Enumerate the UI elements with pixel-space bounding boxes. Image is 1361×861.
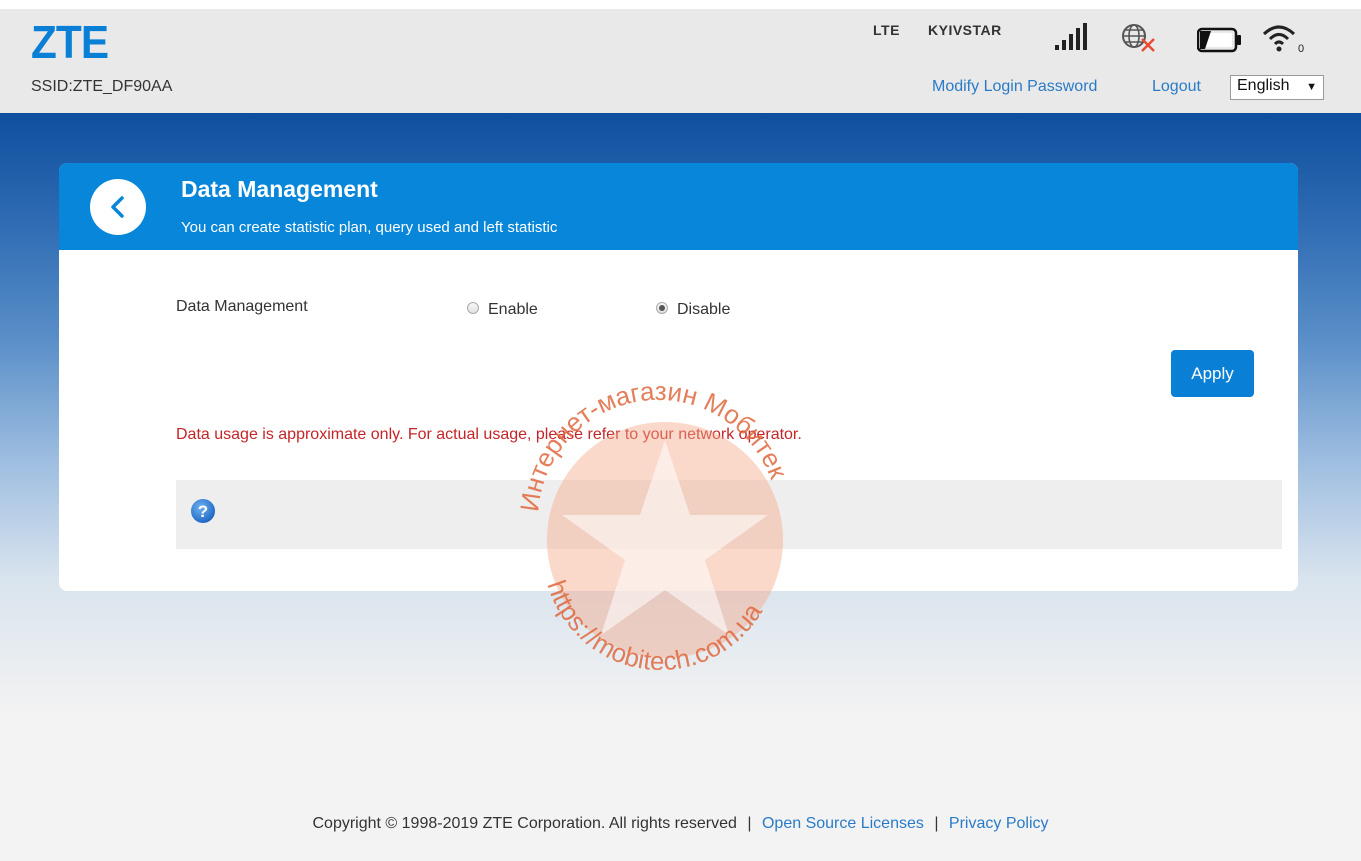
chevron-down-icon: ▼ bbox=[1306, 81, 1317, 93]
footer-separator-2: | bbox=[934, 815, 939, 832]
wifi-client-count: 0 bbox=[1298, 43, 1304, 53]
signal-bars-icon bbox=[1055, 23, 1087, 50]
footer-separator: | bbox=[747, 815, 752, 832]
data-management-panel: Data Management You can create statistic… bbox=[59, 163, 1298, 591]
logout-link[interactable]: Logout bbox=[1152, 78, 1201, 96]
apply-button[interactable]: Apply bbox=[1171, 350, 1254, 397]
question-help-icon[interactable]: ? bbox=[190, 498, 216, 524]
enable-radio[interactable] bbox=[467, 302, 479, 314]
language-selected: English bbox=[1237, 77, 1290, 94]
help-bar: ? bbox=[176, 480, 1282, 549]
network-type: LTE bbox=[873, 22, 900, 38]
disable-radio-label: Disable bbox=[677, 301, 731, 318]
header: ZTE SSID:ZTE_DF90AA LTE KYIVSTAR 0 Modif… bbox=[0, 9, 1361, 113]
privacy-policy-link[interactable]: Privacy Policy bbox=[949, 815, 1049, 832]
top-border bbox=[0, 0, 1361, 9]
footer: Copyright © 1998-2019 ZTE Corporation. A… bbox=[0, 815, 1361, 833]
open-source-licenses-link[interactable]: Open Source Licenses bbox=[762, 815, 924, 832]
modify-login-password-link[interactable]: Modify Login Password bbox=[932, 78, 1097, 96]
copyright-text: Copyright © 1998-2019 ZTE Corporation. A… bbox=[312, 815, 737, 832]
ssid-label: SSID:ZTE_DF90AA bbox=[31, 78, 173, 95]
wifi-icon: 0 bbox=[1262, 25, 1304, 53]
disable-radio[interactable] bbox=[656, 302, 668, 314]
disable-radio-option[interactable]: Disable bbox=[656, 301, 756, 321]
svg-text:?: ? bbox=[198, 502, 208, 521]
operator-name: KYIVSTAR bbox=[928, 22, 1002, 38]
panel-header: Data Management You can create statistic… bbox=[59, 163, 1298, 250]
battery-icon bbox=[1197, 27, 1241, 53]
usage-warning-text: Data usage is approximate only. For actu… bbox=[176, 426, 802, 443]
language-select[interactable]: English ▼ bbox=[1230, 75, 1324, 100]
page-title: Data Management bbox=[181, 176, 378, 202]
chevron-left-icon bbox=[111, 196, 124, 218]
page-subtitle: You can create statistic plan, query use… bbox=[181, 219, 558, 236]
data-management-label: Data Management bbox=[176, 298, 308, 315]
zte-logo: ZTE bbox=[31, 16, 109, 68]
enable-radio-label: Enable bbox=[488, 301, 538, 318]
back-button[interactable] bbox=[90, 179, 146, 235]
globe-disconnected-icon bbox=[1122, 24, 1155, 52]
enable-radio-option[interactable]: Enable bbox=[467, 301, 557, 321]
